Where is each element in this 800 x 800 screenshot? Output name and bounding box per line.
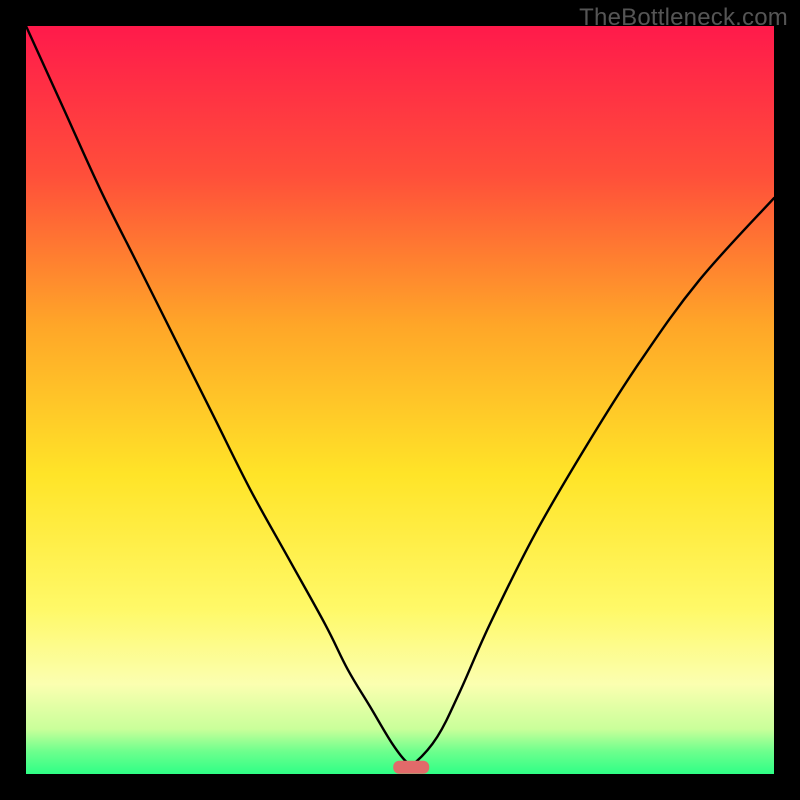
chart-svg	[26, 26, 774, 774]
min-marker	[393, 761, 429, 774]
plot-area	[26, 26, 774, 774]
gradient-background	[26, 26, 774, 774]
watermark-text: TheBottleneck.com	[579, 4, 788, 32]
chart-frame: TheBottleneck.com	[0, 0, 800, 800]
